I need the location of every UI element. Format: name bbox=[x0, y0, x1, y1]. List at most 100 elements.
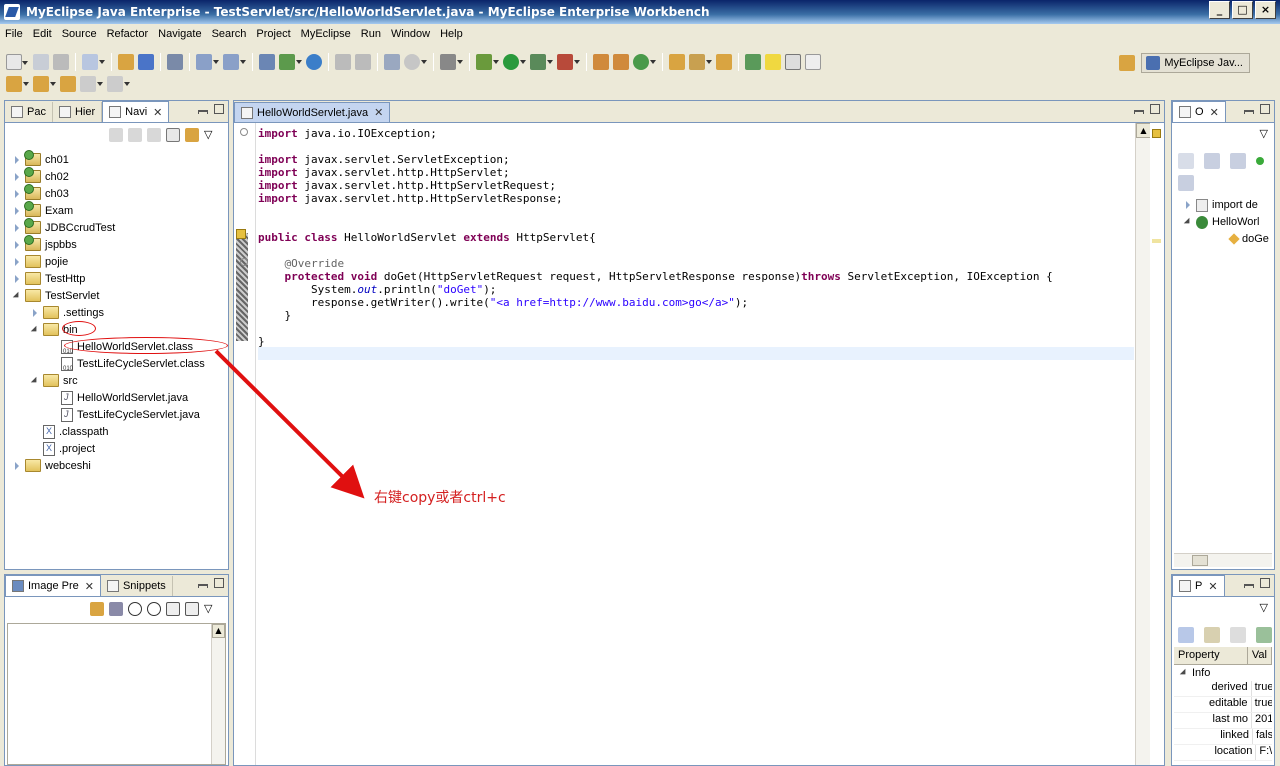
server-icon[interactable] bbox=[259, 54, 275, 70]
tree-item[interactable]: .settings bbox=[31, 304, 104, 321]
maximize-view-icon[interactable] bbox=[214, 578, 224, 588]
task-icon[interactable] bbox=[745, 54, 761, 70]
hide-static-icon[interactable] bbox=[1230, 153, 1246, 169]
warning-icon[interactable] bbox=[236, 229, 246, 239]
close-button[interactable]: × bbox=[1255, 1, 1276, 19]
view-menu-icon[interactable]: ▽ bbox=[204, 128, 218, 142]
tree-item[interactable]: TestHttp bbox=[13, 270, 85, 287]
tab-navigator[interactable]: Navi ✕ bbox=[102, 101, 170, 122]
menu-help[interactable]: Help bbox=[435, 28, 468, 40]
property-row[interactable]: linked fals bbox=[1174, 729, 1272, 745]
property-row[interactable]: editable true bbox=[1174, 697, 1272, 713]
outline-item-imports[interactable]: import de bbox=[1184, 197, 1258, 213]
sort-icon[interactable] bbox=[1178, 153, 1194, 169]
open-folder-icon[interactable] bbox=[669, 54, 685, 70]
open-resource-icon[interactable] bbox=[716, 54, 732, 70]
expand-open-icon[interactable] bbox=[31, 377, 39, 385]
pin-icon[interactable] bbox=[1256, 627, 1272, 643]
link-editor-icon[interactable] bbox=[185, 128, 199, 142]
maximize-view-icon[interactable] bbox=[1260, 104, 1270, 114]
warning-overview-icon[interactable] bbox=[1152, 129, 1161, 138]
expand-closed-icon[interactable] bbox=[13, 240, 21, 249]
tab-editor-file[interactable]: HelloWorldServlet.java ✕ bbox=[234, 102, 391, 122]
maximize-view-icon[interactable] bbox=[214, 104, 224, 114]
tree-item[interactable]: jspbbs bbox=[13, 235, 77, 253]
open-perspective-icon[interactable] bbox=[1119, 55, 1136, 71]
expand-open-icon[interactable] bbox=[31, 326, 39, 334]
fold-icon[interactable] bbox=[240, 128, 248, 136]
menu-file[interactable]: File bbox=[0, 28, 28, 40]
property-row[interactable]: location F:\ bbox=[1174, 745, 1272, 761]
close-icon[interactable]: ✕ bbox=[374, 106, 383, 119]
menu-source[interactable]: Source bbox=[57, 28, 102, 40]
tree-item[interactable]: TestServlet bbox=[13, 287, 99, 304]
close-icon[interactable]: ✕ bbox=[85, 580, 94, 593]
tree-item[interactable]: JDBCcrudTest bbox=[13, 218, 115, 236]
editor-scrollbar[interactable]: ▲ bbox=[1135, 123, 1151, 765]
external-tools-icon[interactable] bbox=[557, 54, 580, 70]
new-web-icon[interactable] bbox=[196, 54, 219, 70]
back-icon[interactable] bbox=[109, 128, 123, 142]
tree-item[interactable]: .classpath bbox=[31, 423, 109, 440]
view-menu-icon[interactable]: ▽ bbox=[1260, 601, 1268, 614]
save-icon[interactable] bbox=[33, 54, 49, 70]
open-type-icon[interactable] bbox=[82, 54, 105, 70]
menu-myeclipse[interactable]: MyEclipse bbox=[296, 28, 356, 40]
expand-closed-icon[interactable] bbox=[13, 257, 21, 266]
view-menu-icon[interactable]: ▽ bbox=[1260, 127, 1268, 140]
expand-closed-icon[interactable] bbox=[13, 461, 21, 470]
window-title-bar[interactable]: MyEclipse Java Enterprise - TestServlet/… bbox=[0, 0, 1280, 24]
run-last-icon[interactable] bbox=[530, 54, 553, 70]
expand-closed-icon[interactable] bbox=[13, 172, 21, 181]
property-group[interactable]: Info bbox=[1174, 665, 1272, 681]
expand-closed-icon[interactable] bbox=[31, 308, 39, 317]
property-row[interactable]: derived true bbox=[1174, 681, 1272, 697]
tree-item[interactable]: ch02 bbox=[13, 167, 69, 185]
whitespace-icon[interactable] bbox=[805, 54, 821, 70]
tree-item[interactable]: TestLifeCycleServlet.class bbox=[49, 355, 205, 372]
perspective-myeclipse-button[interactable]: MyEclipse Jav... bbox=[1141, 53, 1250, 73]
outline-scrollbar[interactable] bbox=[1174, 553, 1272, 567]
zoom-in-icon[interactable] bbox=[147, 602, 161, 616]
show-categories-icon[interactable] bbox=[1178, 627, 1194, 643]
browser-icon[interactable] bbox=[306, 54, 322, 70]
menu-project[interactable]: Project bbox=[251, 28, 295, 40]
column-header[interactable]: Property bbox=[1174, 647, 1248, 664]
expand-closed-icon[interactable] bbox=[13, 274, 21, 283]
menu-search[interactable]: Search bbox=[207, 28, 252, 40]
hide-local-types-icon[interactable] bbox=[1178, 175, 1194, 191]
tree-item[interactable]: Exam bbox=[13, 201, 73, 219]
tree-item[interactable]: ch03 bbox=[13, 184, 69, 202]
image-info-icon[interactable] bbox=[109, 602, 123, 616]
tab-package-explorer[interactable]: Pac bbox=[5, 102, 53, 122]
last-edit-icon[interactable] bbox=[60, 76, 76, 92]
minimize-view-icon[interactable] bbox=[198, 584, 208, 588]
new-servlet-icon[interactable] bbox=[223, 54, 246, 70]
new-interface-icon[interactable] bbox=[613, 54, 629, 70]
menu-edit[interactable]: Edit bbox=[28, 28, 57, 40]
tree-item[interactable]: TestLifeCycleServlet.java bbox=[49, 406, 200, 423]
column-header[interactable]: Val bbox=[1248, 647, 1272, 664]
new-icon[interactable] bbox=[6, 54, 28, 70]
expand-closed-icon[interactable] bbox=[13, 189, 21, 198]
prev-annotation-icon[interactable] bbox=[33, 76, 56, 92]
minimize-button[interactable]: _ bbox=[1209, 1, 1230, 19]
hide-nonpublic-icon[interactable] bbox=[1256, 157, 1264, 165]
highlight-icon[interactable] bbox=[765, 54, 781, 70]
scroll-up-icon[interactable]: ▲ bbox=[212, 624, 225, 638]
paste-icon[interactable] bbox=[355, 54, 371, 70]
forward-icon[interactable] bbox=[128, 128, 142, 142]
tree-item[interactable]: src bbox=[31, 372, 78, 389]
block-selection-icon[interactable] bbox=[785, 54, 801, 70]
forward-icon[interactable] bbox=[107, 76, 130, 92]
tab-hierarchy[interactable]: Hier bbox=[53, 102, 103, 122]
search-tool-icon[interactable] bbox=[689, 54, 712, 70]
maximize-view-icon[interactable] bbox=[1150, 104, 1160, 114]
maximize-view-icon[interactable] bbox=[1260, 578, 1270, 588]
new-project-icon[interactable] bbox=[118, 54, 134, 70]
menu-window[interactable]: Window bbox=[386, 28, 435, 40]
minimize-view-icon[interactable] bbox=[198, 110, 208, 114]
scrollbar[interactable]: ▲ bbox=[211, 624, 225, 764]
tab-image-preview[interactable]: Image Pre ✕ bbox=[5, 575, 101, 596]
cut-icon[interactable] bbox=[335, 54, 351, 70]
